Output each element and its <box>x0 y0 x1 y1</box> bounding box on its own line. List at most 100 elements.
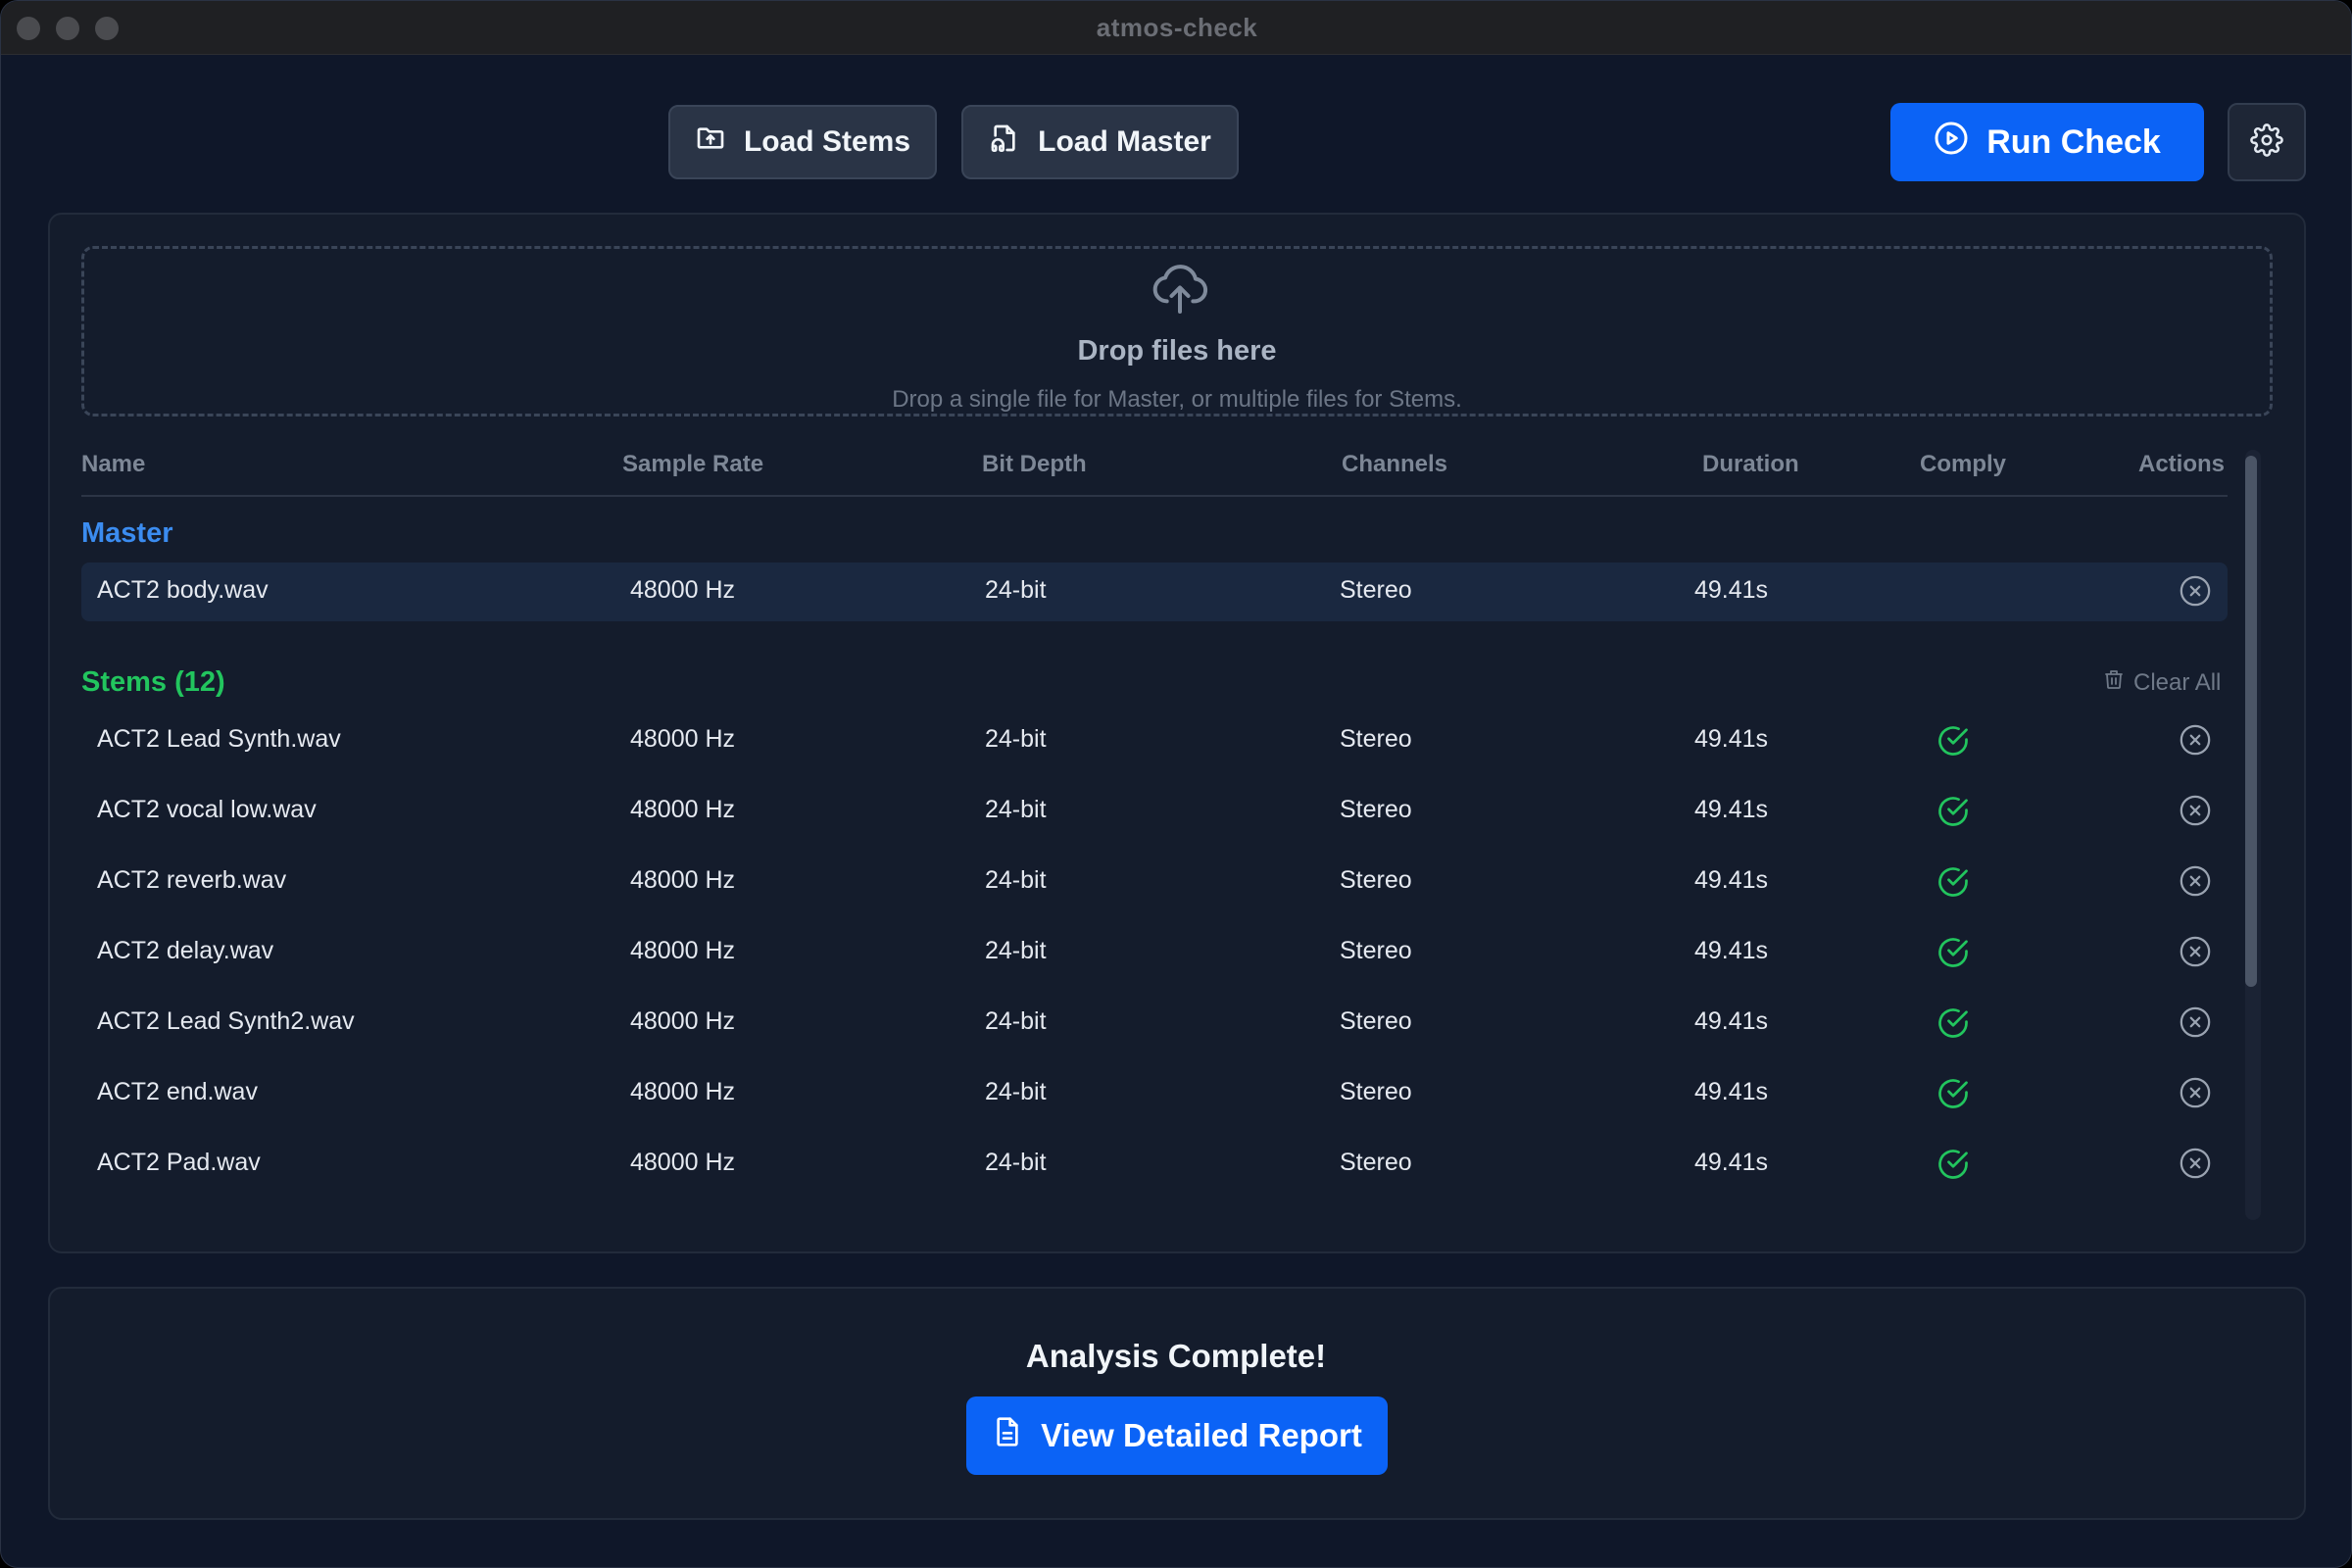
sample-rate: 48000 Hz <box>630 1007 736 1035</box>
sample-rate: 48000 Hz <box>630 937 736 964</box>
trash-icon <box>2102 667 2126 698</box>
channels: Stereo <box>1340 725 1412 753</box>
bit-depth: 24-bit <box>985 1007 1047 1035</box>
bit-depth: 24-bit <box>985 576 1047 604</box>
check-circle-icon <box>1936 1005 1971 1041</box>
stem-row[interactable]: ACT2 reverb.wav 48000 Hz 24-bit Stereo 49.41… <box>81 853 2228 911</box>
col-header-bit-depth[interactable]: Bit Depth <box>982 451 1087 478</box>
duration: 49.41s <box>1694 937 1769 964</box>
duration: 49.41s <box>1694 725 1769 753</box>
close-circle-icon <box>2179 575 2212 613</box>
stem-row[interactable]: ACT2 Lead Synth2.wav 48000 Hz 24-bit Stereo… <box>81 994 2228 1053</box>
duration: 49.41s <box>1694 1007 1769 1035</box>
bit-depth: 24-bit <box>985 866 1047 894</box>
dropzone-title: Drop files here <box>1077 335 1277 367</box>
gear-icon <box>2250 122 2283 162</box>
file-name: ACT2 Lead Synth.wav <box>97 725 341 753</box>
duration: 49.41s <box>1694 796 1769 823</box>
play-circle-icon <box>1934 121 1969 165</box>
col-header-name[interactable]: Name <box>81 451 145 478</box>
channels: Stereo <box>1340 866 1412 894</box>
duration: 49.41s <box>1694 1078 1769 1105</box>
duration: 49.41s <box>1694 866 1769 894</box>
col-header-channels[interactable]: Channels <box>1342 451 1447 478</box>
channels: Stereo <box>1340 796 1412 823</box>
close-circle-icon <box>2179 1148 2212 1186</box>
remove-file-button[interactable] <box>2179 574 2212 608</box>
close-circle-icon <box>2179 1077 2212 1115</box>
close-circle-icon <box>2179 795 2212 833</box>
sample-rate: 48000 Hz <box>630 866 736 894</box>
run-check-button[interactable]: Run Check <box>1890 103 2204 181</box>
remove-file-button[interactable] <box>2179 1147 2212 1180</box>
sample-rate: 48000 Hz <box>630 1149 736 1176</box>
document-icon <box>992 1416 1023 1455</box>
close-circle-icon <box>2179 865 2212 904</box>
bit-depth: 24-bit <box>985 1078 1047 1105</box>
remove-file-button[interactable] <box>2179 1076 2212 1109</box>
check-circle-icon <box>1936 723 1971 759</box>
bit-depth: 24-bit <box>985 937 1047 964</box>
channels: Stereo <box>1340 937 1412 964</box>
run-check-label: Run Check <box>1986 122 2161 161</box>
remove-file-button[interactable] <box>2179 935 2212 968</box>
table-scrollbar[interactable] <box>2245 450 2261 1220</box>
sample-rate: 48000 Hz <box>630 725 736 753</box>
remove-file-button[interactable] <box>2179 723 2212 757</box>
remove-file-button[interactable] <box>2179 794 2212 827</box>
view-report-label: View Detailed Report <box>1041 1417 1362 1453</box>
load-master-label: Load Master <box>1038 125 1211 158</box>
sample-rate: 48000 Hz <box>630 1078 736 1105</box>
check-circle-icon <box>1936 1147 1971 1182</box>
stems-section-label: Stems (12) <box>81 666 225 698</box>
master-section-label: Master <box>81 517 173 549</box>
duration: 49.41s <box>1694 576 1769 604</box>
bit-depth: 24-bit <box>985 796 1047 823</box>
window-title: atmos-check <box>1096 13 1258 42</box>
clear-all-label: Clear All <box>2133 668 2222 696</box>
clear-all-button[interactable]: Clear All <box>2102 667 2221 698</box>
channels: Stereo <box>1340 1007 1412 1035</box>
file-name: ACT2 Pad.wav <box>97 1149 261 1176</box>
file-name: ACT2 delay.wav <box>97 937 274 964</box>
stem-row[interactable]: ACT2 delay.wav 48000 Hz 24-bit Stereo 49.41s <box>81 923 2228 982</box>
settings-button[interactable] <box>2228 103 2306 181</box>
channels: Stereo <box>1340 576 1412 604</box>
close-circle-icon <box>2179 1006 2212 1045</box>
view-report-button[interactable]: View Detailed Report <box>966 1396 1388 1475</box>
load-stems-label: Load Stems <box>743 125 911 158</box>
file-name: ACT2 Lead Synth2.wav <box>97 1007 355 1035</box>
check-circle-icon <box>1936 864 1971 900</box>
remove-file-button[interactable] <box>2179 1005 2212 1039</box>
stem-row[interactable]: ACT2 Pad.wav 48000 Hz 24-bit Stereo 49.41s <box>81 1135 2228 1194</box>
titlebar: atmos-check <box>1 1 2351 55</box>
file-name: ACT2 reverb.wav <box>97 866 287 894</box>
col-header-actions: Actions <box>2138 451 2226 477</box>
header-divider <box>81 495 2228 497</box>
dropzone-subtitle: Drop a single file for Master, or multip… <box>892 386 1462 413</box>
col-header-comply[interactable]: Comply <box>1920 451 2006 478</box>
load-stems-button[interactable]: Load Stems <box>668 105 937 179</box>
bit-depth: 24-bit <box>985 1149 1047 1176</box>
sample-rate: 48000 Hz <box>630 796 736 823</box>
col-header-duration[interactable]: Duration <box>1702 451 1799 478</box>
load-master-button[interactable]: Load Master <box>961 105 1239 179</box>
file-name: ACT2 body.wav <box>97 576 269 604</box>
remove-file-button[interactable] <box>2179 864 2212 898</box>
channels: Stereo <box>1340 1078 1412 1105</box>
master-row[interactable]: ACT2 body.wav 48000 Hz 24-bit Stereo 49.… <box>81 563 2228 621</box>
folder-upload-icon <box>695 122 726 162</box>
scrollbar-thumb[interactable] <box>2245 456 2257 987</box>
close-circle-icon <box>2179 936 2212 974</box>
stem-row[interactable]: ACT2 Lead Synth.wav 48000 Hz 24-bit Stereo 4… <box>81 711 2228 770</box>
check-circle-icon <box>1936 1076 1971 1111</box>
stem-row[interactable]: ACT2 vocal low.wav 48000 Hz 24-bit Stereo 49… <box>81 782 2228 841</box>
close-circle-icon <box>2179 724 2212 762</box>
stem-row[interactable]: ACT2 end.wav 48000 Hz 24-bit Stereo 49.41s <box>81 1064 2228 1123</box>
cloud-upload-icon <box>1149 257 1211 324</box>
duration: 49.41s <box>1694 1149 1769 1176</box>
bit-depth: 24-bit <box>985 725 1047 753</box>
app-window: atmos-check Load Stems Load Master Run C… <box>0 0 2352 1568</box>
col-header-sample-rate[interactable]: Sample Rate <box>622 451 763 478</box>
dropzone[interactable]: Drop files here Drop a single file for M… <box>81 246 2273 416</box>
